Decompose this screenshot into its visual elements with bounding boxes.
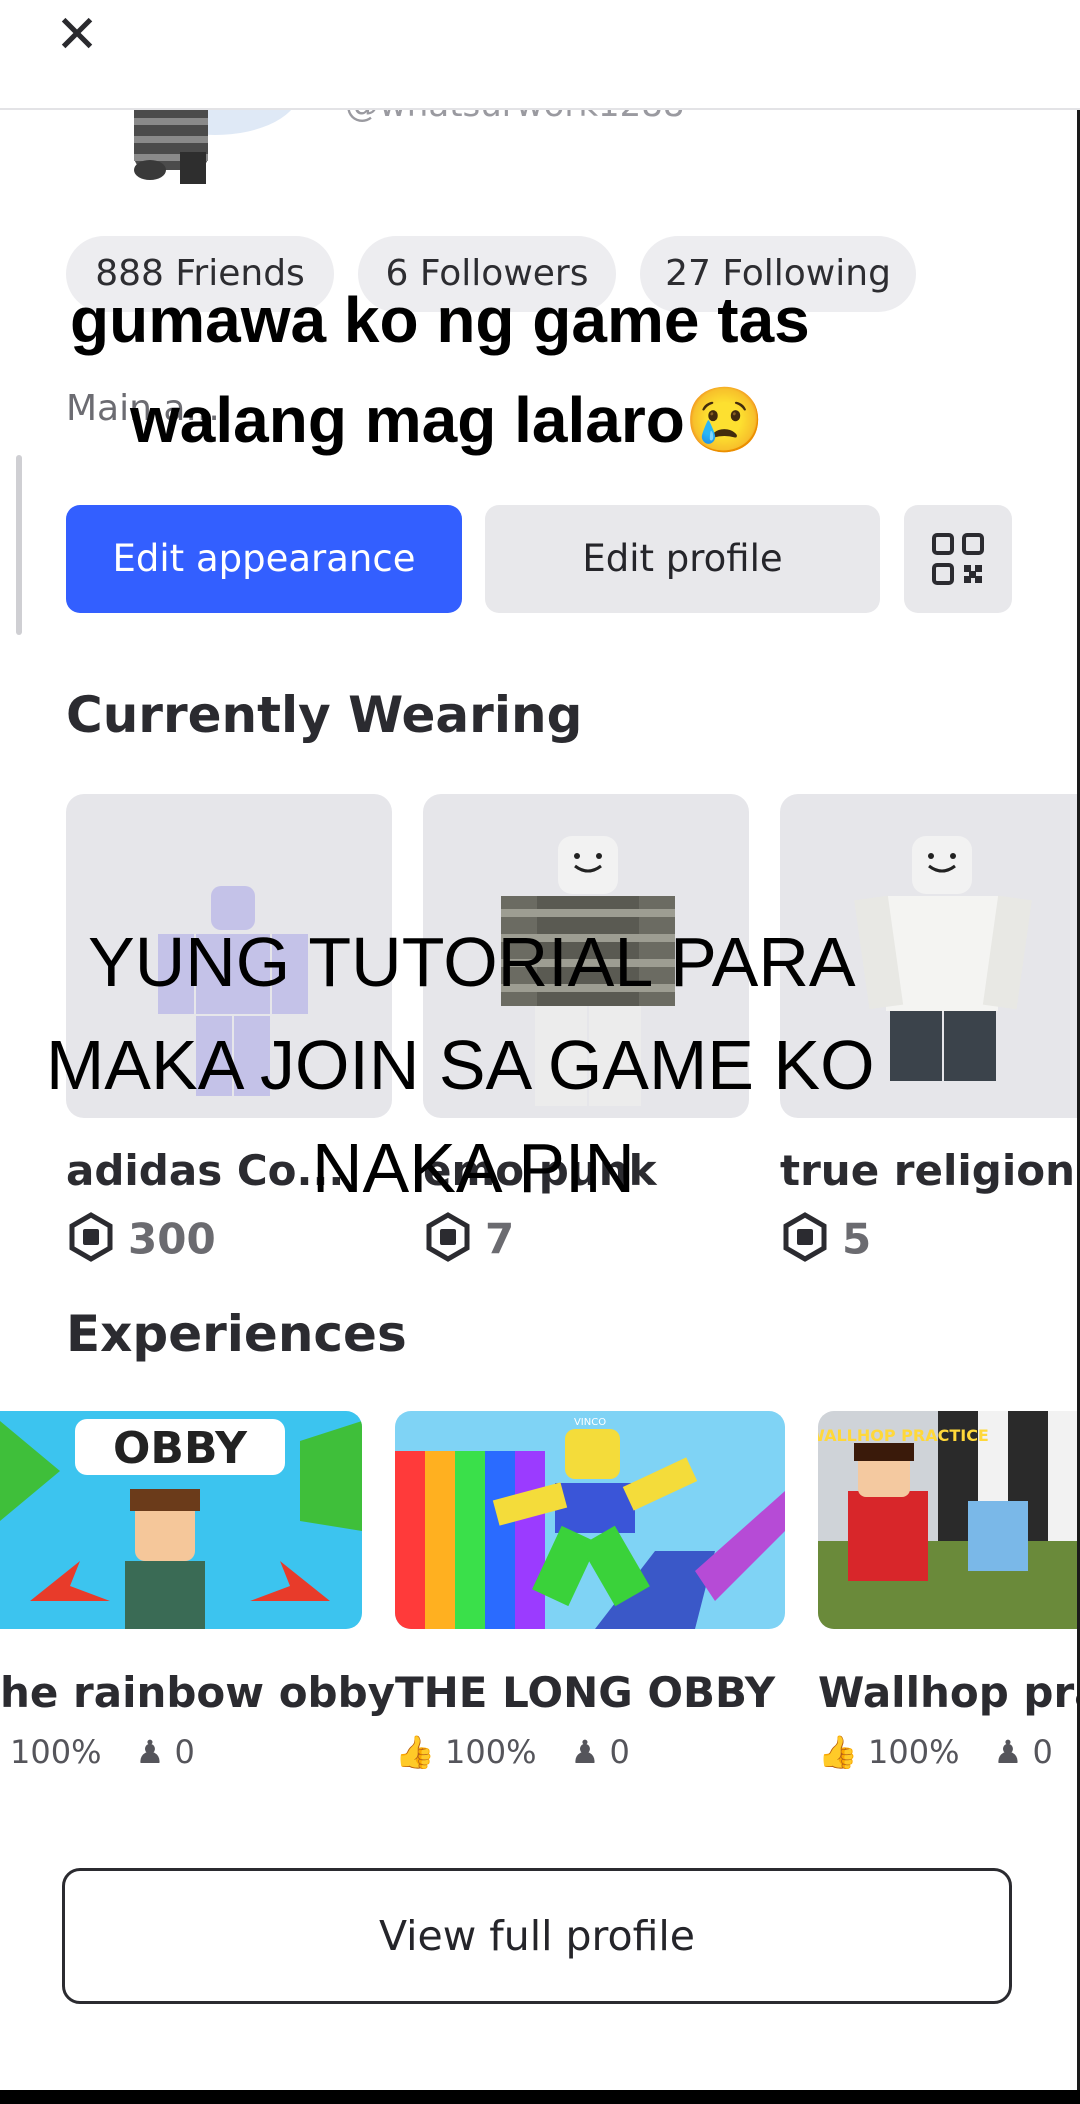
- top-bar: ✕: [0, 0, 1080, 110]
- item-price-value: 300: [128, 1214, 216, 1264]
- experience-stats: 👍 100% ♟ 0: [818, 1733, 1053, 1771]
- edit-profile-button[interactable]: Edit profile: [485, 505, 880, 613]
- players-value: 0: [1032, 1733, 1053, 1771]
- wearing-item-name[interactable]: true religion: [780, 1146, 1075, 1195]
- item-price: 5: [780, 1212, 871, 1272]
- rating-value: 100%: [868, 1733, 960, 1771]
- caption-mid-line1: YUNG TUTORIAL PARA: [88, 923, 856, 1001]
- item-price: 7: [423, 1212, 514, 1272]
- players-value: 0: [174, 1733, 195, 1771]
- experience-name[interactable]: Wallhop prac: [818, 1668, 1080, 1717]
- caption-mid-line2: MAKA JOIN SA GAME KO: [46, 1026, 875, 1104]
- experience-thumbnail[interactable]: VINCO: [395, 1411, 785, 1629]
- thumb-label: VINCO: [574, 1417, 606, 1428]
- robux-icon: [423, 1212, 473, 1272]
- caption-top-line2: walang mag lalaro😢: [130, 383, 765, 458]
- experience-thumbnail[interactable]: OBBY: [0, 1411, 362, 1629]
- qr-code-button[interactable]: [904, 505, 1012, 613]
- item-price-value: 7: [485, 1214, 515, 1264]
- wearing-item-name[interactable]: adidas Co...: [66, 1146, 344, 1195]
- players-icon: ♟: [570, 1733, 600, 1771]
- experience-name[interactable]: THE LONG OBBY: [395, 1668, 775, 1717]
- bottom-bar: [0, 2090, 1080, 2104]
- qr-code-icon: [932, 533, 984, 585]
- players-icon: ♟: [993, 1733, 1023, 1771]
- experience-thumbnail[interactable]: WALLHOP PRACTICE: [818, 1411, 1080, 1629]
- caption-top-line1: gumawa ko ng game tas: [70, 284, 810, 356]
- experience-stats: 👍 100% ♟ 0: [395, 1733, 630, 1771]
- robux-icon: [780, 1212, 830, 1272]
- experiences-title: Experiences: [66, 1305, 407, 1363]
- thumb-label: WALLHOP PRACTICE: [818, 1426, 989, 1445]
- thumbs-up-icon: 👍: [395, 1733, 435, 1771]
- close-icon[interactable]: ✕: [52, 9, 102, 61]
- players-value: 0: [609, 1733, 630, 1771]
- currently-wearing-title: Currently Wearing: [66, 686, 583, 744]
- caption-top-line2-text: walang mag lalaro: [130, 384, 685, 456]
- item-price: 300: [66, 1212, 216, 1272]
- thumb-label: OBBY: [113, 1423, 248, 1474]
- scrollbar[interactable]: [16, 455, 22, 635]
- item-price-value: 5: [842, 1214, 872, 1264]
- crying-emoji: 😢: [684, 384, 765, 456]
- rating-value: 100%: [445, 1733, 537, 1771]
- rating-value: 100%: [10, 1733, 102, 1771]
- robux-icon: [66, 1212, 116, 1272]
- experience-stats: 100% ♟ 0: [10, 1733, 195, 1771]
- players-icon: ♟: [135, 1733, 165, 1771]
- experience-name[interactable]: he rainbow obby: [0, 1668, 395, 1717]
- edit-appearance-button[interactable]: Edit appearance: [66, 505, 462, 613]
- view-full-profile-button[interactable]: View full profile: [62, 1868, 1012, 2004]
- thumbs-up-icon: 👍: [818, 1733, 858, 1771]
- caption-mid-line3: NAKA PIN: [312, 1129, 635, 1207]
